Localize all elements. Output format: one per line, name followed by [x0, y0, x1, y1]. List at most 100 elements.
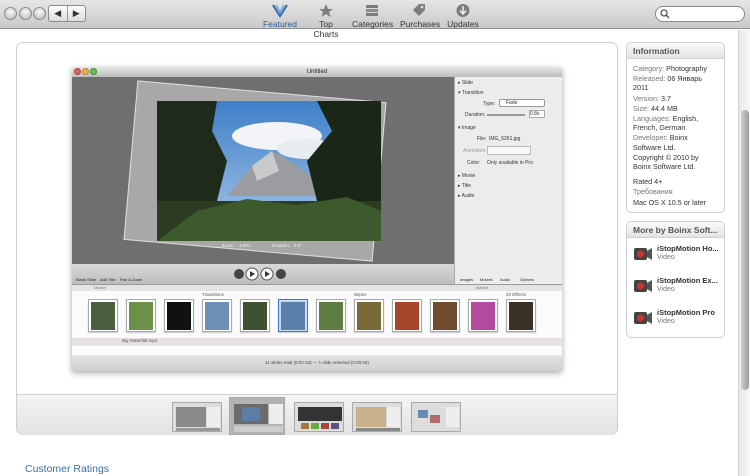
app-screenshot: Untitled Zoom: 148% Rotation: 9.0° ▸ Sli…: [72, 67, 562, 371]
audio-file-label: Big Waterfall.mp4: [122, 338, 158, 343]
timeline-slide: [202, 299, 232, 332]
duration-slider: [487, 114, 525, 116]
transitions-label: Transitions: [202, 292, 224, 297]
rotation-label: Rotation:: [272, 243, 291, 248]
featured-icon: [272, 4, 288, 18]
screenshot-thumbnail[interactable]: [352, 402, 402, 432]
screenshot-thumbnail-strip: [17, 394, 617, 435]
zoom-value: 148%: [239, 243, 251, 248]
type-label: Type:: [483, 101, 496, 107]
more-by-item-name: iStopMotion Pro: [657, 308, 715, 317]
categories-icon: [366, 5, 378, 16]
timeline-slide: [88, 299, 118, 332]
more-by-item-name: iStopMotion Ex...: [657, 276, 718, 285]
type-select: Fade: [499, 99, 545, 107]
duration-value: 0.8s: [529, 110, 545, 118]
timeline-slide: [506, 299, 536, 332]
info-row-developer: Developer: Boinx Software Ltd.: [633, 133, 688, 152]
more-by-item-category: Video: [657, 286, 675, 293]
toolbar-featured[interactable]: Featured: [262, 3, 298, 29]
section-title: ▸ Title: [458, 183, 472, 189]
screenshot-thumbnail[interactable]: [294, 402, 344, 432]
toolbar-purchases[interactable]: Purchases: [400, 3, 441, 29]
section-slide: ▸ Slide: [458, 80, 474, 86]
more-by-title: More by Boinx Soft...: [627, 222, 724, 238]
file-value: IMG_5261.jpg: [489, 136, 521, 142]
timeline-slide-selected: [278, 299, 308, 332]
more-by-box: More by Boinx Soft... iStopMotion Ho... …: [626, 221, 725, 338]
toolbar-categories[interactable]: Categories: [352, 3, 394, 29]
timeline-slide: [392, 299, 422, 332]
screenshot-thumbnail[interactable]: [411, 402, 461, 432]
marker-label-2: Marker: [476, 285, 489, 290]
movies-label: Movies: [480, 277, 493, 282]
options-label: Options: [520, 277, 534, 282]
info-requirements: Mac OS X 10.5 or later: [633, 197, 707, 207]
timeline-slide: [126, 299, 156, 332]
toolbar: ◀ ▶ Featured Top Charts Categories Purch…: [0, 0, 750, 39]
section-transition: ▾ Transition: [458, 90, 484, 96]
minimize-window-button[interactable]: [19, 7, 32, 20]
info-rated: Rated 4+: [633, 177, 663, 187]
info-row-category: Category: Photography: [633, 64, 707, 73]
scrollbar-thumb[interactable]: [741, 110, 749, 390]
section-image: ▾ Image: [458, 125, 476, 131]
timeline-slide: [316, 299, 346, 332]
more-by-item-category: Video: [657, 318, 675, 325]
customer-ratings-heading: Customer Ratings: [25, 463, 110, 475]
section-movie: ▸ Movie: [458, 173, 476, 179]
more-by-item[interactable]: iStopMotion Ex... Video: [627, 270, 724, 302]
istopmotion-app-icon: [634, 248, 652, 260]
info-row-released: Released: 06 Январь 2011: [633, 74, 703, 93]
vertical-scrollbar[interactable]: [738, 30, 750, 476]
search-icon: [660, 9, 670, 19]
star-icon: [319, 4, 333, 17]
audio-track: Big Waterfall.mp4: [72, 338, 562, 346]
info-row-version: Version: 3.7: [633, 93, 671, 103]
info-row-languages: Languages: English, French, German: [633, 114, 699, 133]
rotation-value: 9.0°: [294, 243, 303, 248]
slide-timeline: Marker Marker Transitions Wipes 20 Effec…: [72, 284, 562, 355]
more-by-item-name: iStopMotion Ho...: [657, 244, 719, 253]
updates-icon: [456, 4, 470, 17]
effects-label: 20 Effects: [506, 292, 526, 297]
duration-label: Duration:: [465, 112, 486, 118]
timeline-slide: [164, 299, 194, 332]
timeline-slide: [240, 299, 270, 332]
screenshot-thumbnail[interactable]: [172, 402, 222, 432]
color-label: Color:: [467, 160, 481, 166]
toolbar-top-charts[interactable]: Top Charts: [306, 3, 346, 39]
back-button[interactable]: ◀: [49, 6, 68, 21]
screenshot-status-bar: 11 slides total (0:02:34) — 1 slide sele…: [72, 355, 562, 371]
forward-button[interactable]: ▶: [68, 6, 86, 21]
playback-controls-icon: [234, 267, 286, 281]
screenshot-window-title: Untitled: [72, 67, 562, 77]
toolbar-purchases-label: Purchases: [400, 19, 441, 29]
slide-stage: Zoom: 148% Rotation: 9.0°: [72, 77, 454, 264]
zoom-label: Zoom:: [222, 243, 235, 248]
info-requirements-label: Требования: [633, 187, 673, 197]
images-label: Images: [460, 277, 474, 282]
toolbar-updates[interactable]: Updates: [446, 3, 480, 29]
slide-photo: [157, 101, 381, 241]
close-window-button[interactable]: [4, 7, 17, 20]
color-value: Only available in Pro: [487, 160, 533, 166]
info-copyright: Copyright © 2010 by Boinx Software Ltd.: [633, 152, 699, 172]
pan-zoom-label: Pan & Zoom: [120, 277, 143, 282]
screenshot-control-bar: Blank Slide Add Title Pan & Zoom Images …: [72, 264, 534, 284]
information-title: Information: [627, 43, 724, 59]
information-box: Information Category: Photography Releas…: [626, 42, 725, 213]
istopmotion-app-icon: [634, 280, 652, 292]
timeline-slide: [430, 299, 460, 332]
back-forward-buttons: ◀ ▶: [48, 5, 86, 22]
toolbar-featured-label: Featured: [262, 19, 298, 29]
zoom-window-button[interactable]: [33, 7, 46, 20]
search-field[interactable]: [655, 6, 745, 22]
more-by-item[interactable]: iStopMotion Pro Video: [627, 302, 724, 334]
screenshot-thumbnail-selected[interactable]: [229, 397, 285, 435]
more-by-item[interactable]: iStopMotion Ho... Video: [627, 238, 724, 270]
timeline-slide: [468, 299, 498, 332]
audio-label: Audio: [500, 277, 511, 282]
add-title-label: Add Title: [100, 277, 116, 282]
toolbar-categories-label: Categories: [352, 19, 394, 29]
